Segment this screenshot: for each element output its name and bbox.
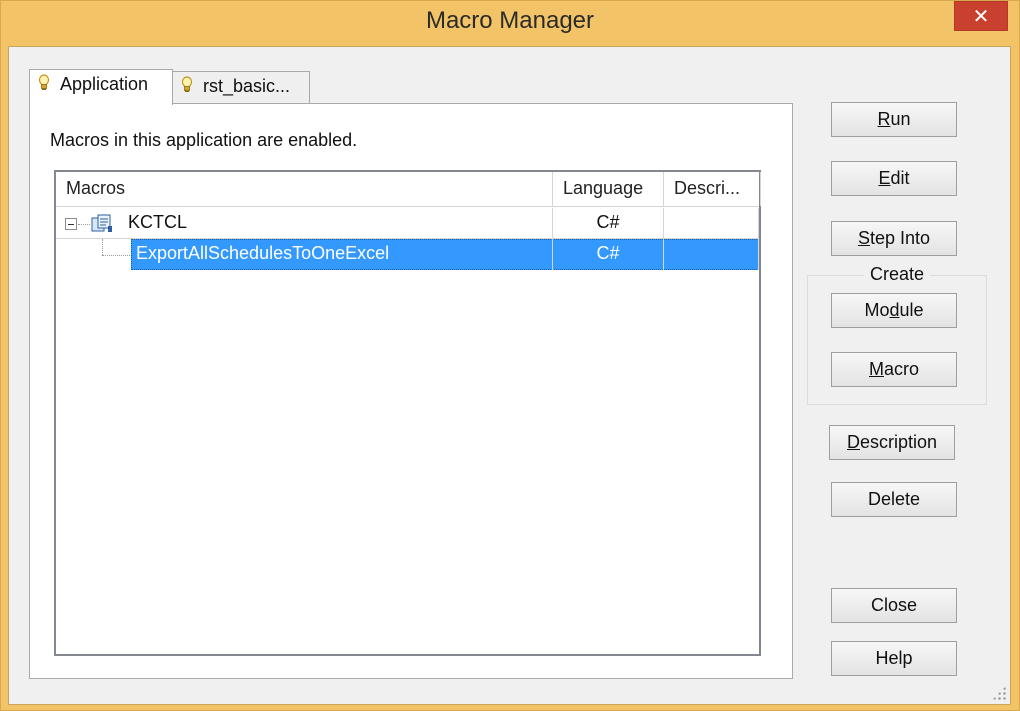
edit-label: dit (890, 168, 910, 188)
create-module-button[interactable]: Mo d ule (831, 293, 957, 328)
module-label-start: Mo (864, 300, 890, 320)
tab-application[interactable]: Application (29, 69, 173, 105)
language-cell: C# (553, 208, 664, 239)
tree-connector (78, 224, 90, 225)
lightbulb-icon (181, 76, 195, 99)
title-bar[interactable]: Macro Manager ✕ (1, 1, 1019, 45)
close-icon: ✕ (972, 4, 990, 28)
module-label-end: ule (899, 300, 924, 320)
macros-enabled-message: Macros in this application are enabled. (50, 130, 358, 150)
description-mnemonic: D (846, 432, 860, 452)
create-macro-button[interactable]: Macro (831, 352, 957, 387)
step-into-button[interactable]: Step Into (831, 221, 957, 256)
tab-label: Application (60, 74, 149, 94)
column-header-description[interactable]: Descri... (664, 172, 761, 206)
window-close-button[interactable]: ✕ (954, 1, 1008, 31)
run-label: un (890, 109, 911, 129)
macro-name-cell: ExportAllSchedulesToOneExcel (56, 239, 553, 270)
close-label: Close (870, 595, 918, 615)
help-label: Help (875, 648, 913, 668)
run-mnemonic: R (877, 109, 891, 129)
edit-button[interactable]: Edit (831, 161, 957, 196)
language-cell: C# (553, 239, 664, 270)
help-button[interactable]: Help (831, 641, 957, 676)
module-icon (91, 213, 113, 233)
module-name: KCTCL (128, 212, 188, 232)
delete-button[interactable]: Delete (831, 482, 957, 517)
macro-name-cell: KCTCL (56, 208, 553, 239)
macro-name: ExportAllSchedulesToOneExcel (136, 243, 390, 263)
window-title: Macro Manager (425, 7, 595, 34)
collapse-toggle[interactable] (65, 218, 77, 230)
column-header-language[interactable]: Language (553, 172, 664, 206)
step-into-mnemonic: S (857, 228, 870, 248)
application-tab-panel: Macros in this application are enabled. … (29, 103, 793, 679)
macros-tree-list[interactable]: Macros Language Descri... KCTCL C# Expor… (54, 170, 761, 656)
tree-row-macro-selected[interactable]: ExportAllSchedulesToOneExcel C# (56, 239, 759, 270)
edit-mnemonic: E (878, 168, 891, 188)
tab-rst-basic[interactable]: rst_basic... (172, 71, 310, 103)
lightbulb-icon (38, 74, 52, 97)
macro-mnemonic: M (868, 359, 884, 379)
create-group-label: Create (864, 264, 930, 285)
resize-grip-icon[interactable] (992, 686, 1006, 700)
tree-list-header: Macros Language Descri... (56, 172, 761, 207)
tree-row-module[interactable]: KCTCL C# (56, 208, 759, 239)
macro-label: acro (883, 359, 919, 379)
description-cell (664, 239, 759, 270)
column-header-macros[interactable]: Macros (56, 172, 553, 206)
macro-manager-window: Macro Manager ✕ Application rst_basic...… (0, 0, 1020, 711)
close-button[interactable]: Close (831, 588, 957, 623)
description-cell (664, 208, 759, 239)
delete-label: Delete (867, 489, 921, 509)
step-into-label: tep Into (869, 228, 931, 248)
module-mnemonic: d (889, 300, 900, 320)
dialog-client-area: Application rst_basic... Macros in this … (8, 46, 1011, 705)
description-button[interactable]: Description (829, 425, 955, 460)
run-button[interactable]: Run (831, 102, 957, 137)
tab-label: rst_basic... (203, 76, 291, 96)
description-label: escription (859, 432, 938, 452)
